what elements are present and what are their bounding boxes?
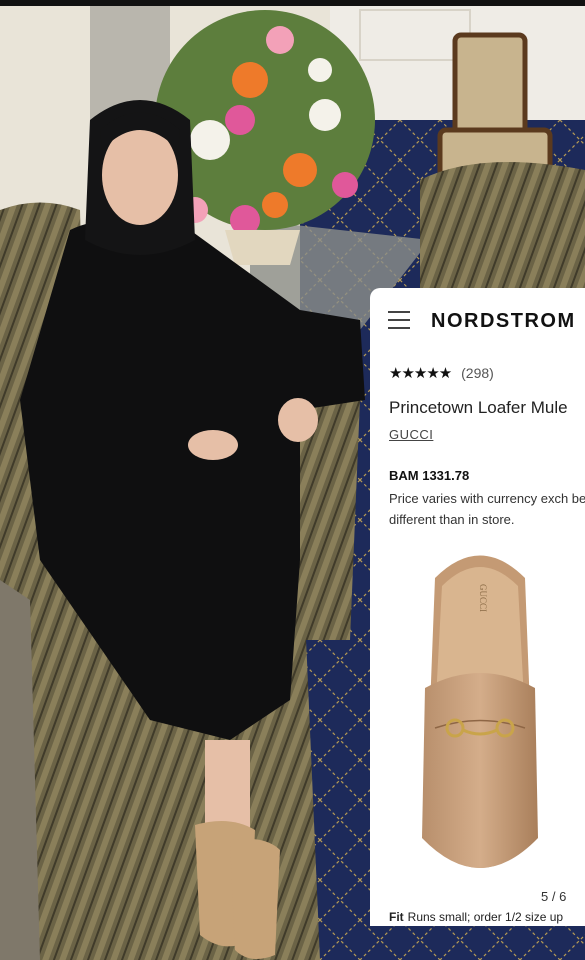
menu-icon[interactable] bbox=[388, 311, 410, 329]
insole-logo: GUCCI bbox=[478, 584, 488, 612]
fit-label: Fit bbox=[389, 910, 404, 924]
image-counter: 5 / 6 bbox=[541, 889, 567, 904]
product-title: Princetown Loafer Mule bbox=[389, 398, 568, 417]
product-card: NORDSTROM ★★★★★ (298) Princetown Loafer … bbox=[370, 288, 585, 926]
shoe-vamp bbox=[422, 673, 538, 868]
brand-link[interactable]: GUCCI bbox=[389, 427, 433, 442]
product-rating[interactable]: ★★★★★ (298) bbox=[389, 364, 494, 382]
fit-note: Fit Runs small; order 1/2 size up bbox=[389, 910, 563, 924]
product-price: BAM 1331.78 bbox=[389, 468, 470, 483]
fit-text: Runs small; order 1/2 size up bbox=[407, 910, 564, 924]
store-logo[interactable]: NORDSTROM bbox=[431, 310, 576, 333]
star-icon: ★★★★★ bbox=[389, 365, 452, 382]
price-disclaimer: Price varies with currency exch be diffe… bbox=[389, 491, 585, 527]
top-border bbox=[0, 0, 585, 6]
product-image[interactable]: GUCCI bbox=[410, 538, 550, 888]
review-count: (298) bbox=[461, 365, 494, 381]
